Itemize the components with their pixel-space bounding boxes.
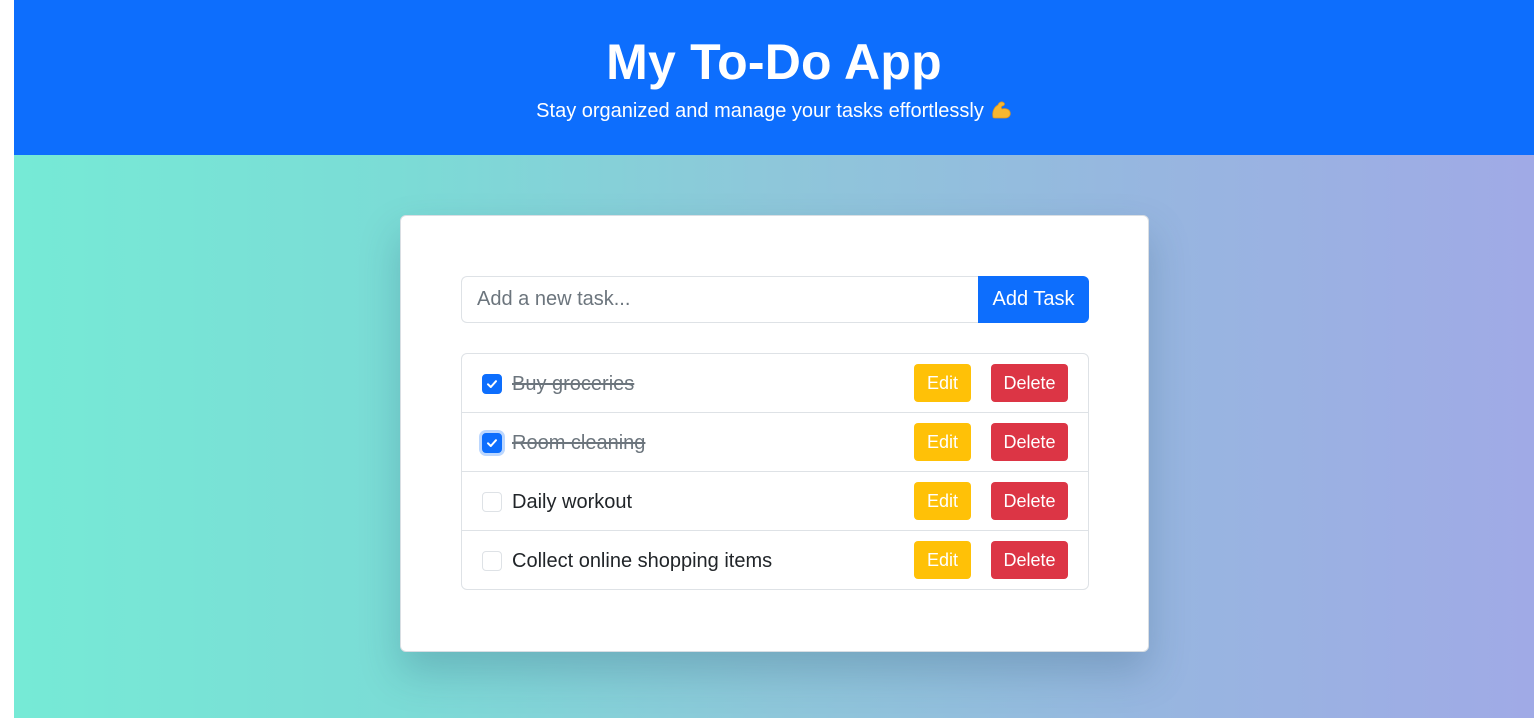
task-text: Buy groceries [512,373,635,395]
task-checkbox[interactable] [482,374,502,394]
task-text: Room cleaning [512,432,646,454]
app-root: My To-Do App Stay organized and manage y… [14,0,1534,718]
edit-task-button[interactable]: Edit [914,541,971,579]
task-item: Collect online shopping items Edit Delet… [462,531,1088,589]
checkmark-icon [487,439,497,447]
checkmark-icon [487,380,497,388]
flexed-biceps-icon [990,100,1012,120]
add-task-button[interactable]: Add Task [978,276,1089,323]
task-item: Daily workout Edit Delete [462,472,1088,531]
edit-task-button[interactable]: Edit [914,423,971,461]
task-checkbox[interactable] [482,433,502,453]
page-subtitle: Stay organized and manage your tasks eff… [14,98,1534,124]
task-checkbox[interactable] [482,551,502,571]
task-list: Buy groceries Edit Delete Room cleaning … [461,353,1089,590]
delete-task-button[interactable]: Delete [991,364,1068,402]
task-text: Daily workout [512,491,633,513]
new-task-input[interactable] [461,276,978,323]
subtitle-text: Stay organized and manage your tasks eff… [536,100,984,122]
delete-task-button[interactable]: Delete [991,482,1068,520]
page-title: My To-Do App [606,34,942,90]
edit-task-button[interactable]: Edit [914,482,971,520]
task-item: Buy groceries Edit Delete [462,354,1088,413]
app-header: My To-Do App Stay organized and manage y… [14,0,1534,155]
delete-task-button[interactable]: Delete [991,423,1068,461]
task-text: Collect online shopping items [512,550,773,572]
edit-task-button[interactable]: Edit [914,364,971,402]
todo-card: Add Task Buy groceries Edit Delete Room … [400,215,1149,652]
add-task-form: Add Task [461,276,1089,323]
task-checkbox[interactable] [482,492,502,512]
task-item: Room cleaning Edit Delete [462,413,1088,472]
delete-task-button[interactable]: Delete [991,541,1068,579]
